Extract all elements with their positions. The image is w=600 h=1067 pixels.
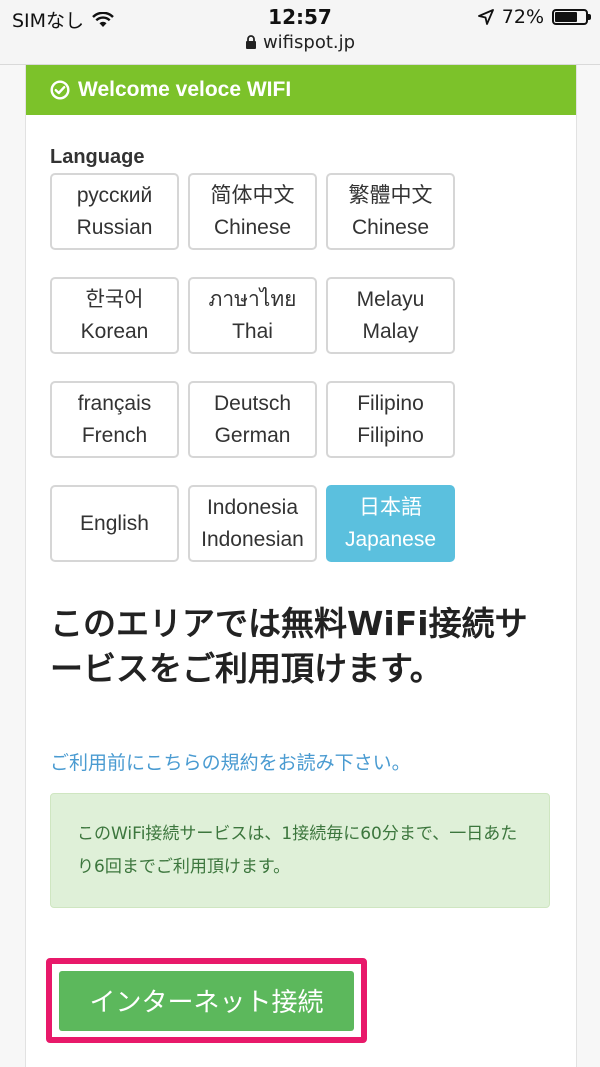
location-arrow-icon xyxy=(477,9,494,25)
language-option-russian[interactable]: русский Russian xyxy=(50,173,179,250)
language-option-japanese[interactable]: 日本語 Japanese xyxy=(326,485,455,562)
language-native-label: 한국어 xyxy=(85,287,144,311)
battery-icon xyxy=(552,9,591,25)
language-option-chinese[interactable]: 简体中文 Chinese xyxy=(188,173,317,250)
language-native-label: 简体中文 xyxy=(210,183,295,207)
language-native-label: русский xyxy=(76,183,153,207)
language-native-label: Indonesia xyxy=(206,495,299,519)
language-english-label: English xyxy=(80,511,149,535)
language-english-label: Japanese xyxy=(344,527,437,551)
language-english-label: Filipino xyxy=(357,423,424,447)
battery-level xyxy=(555,12,577,22)
language-english-label: French xyxy=(81,423,148,447)
language-english-label: Korean xyxy=(80,319,149,343)
language-english-label: Indonesian xyxy=(201,527,304,551)
language-option-filipino[interactable]: Filipino Filipino xyxy=(326,381,455,458)
language-option-english[interactable]: English xyxy=(50,485,179,562)
language-option-thai[interactable]: ภาษาไทย Thai xyxy=(188,277,317,354)
language-native-label: ภาษาไทย xyxy=(208,287,297,311)
status-bar: SIMなし 12:57 72% wifispot.jp xyxy=(0,0,600,65)
language-option-german[interactable]: Deutsch German xyxy=(188,381,317,458)
language-option-korean[interactable]: 한국어 Korean xyxy=(50,277,179,354)
language-option-malay[interactable]: Melayu Malay xyxy=(326,277,455,354)
terms-link[interactable]: ご利用前にこちらの規約をお読み下さい。 xyxy=(50,748,411,775)
banner-title: Welcome veloce WIFI xyxy=(78,78,292,101)
language-native-label: Filipino xyxy=(357,391,424,415)
service-headline: このエリアでは無料WiFi接続サービスをご利用頂けます。 xyxy=(50,604,528,688)
language-native-label: Melayu xyxy=(356,287,425,311)
language-option-indonesian[interactable]: Indonesia Indonesian xyxy=(188,485,317,562)
language-native-label: français xyxy=(77,391,152,415)
connect-highlight: インターネット接続 xyxy=(46,958,367,1043)
language-english-label: Thai xyxy=(232,319,273,343)
check-circle-icon xyxy=(50,80,70,100)
language-option-french[interactable]: français French xyxy=(50,381,179,458)
portal-panel: Welcome veloce WIFI Language русский Russ… xyxy=(25,65,577,1067)
address-bar[interactable]: wifispot.jp xyxy=(0,32,600,53)
connect-button[interactable]: インターネット接続 xyxy=(59,970,354,1031)
status-right: 72% xyxy=(477,6,591,28)
language-native-label: 繁體中文 xyxy=(348,183,433,207)
battery-percent: 72% xyxy=(501,6,544,28)
language-english-label: Chinese xyxy=(213,215,292,239)
language-label: Language xyxy=(50,146,145,168)
url-text: wifispot.jp xyxy=(262,32,356,53)
usage-notice: このWiFi接続サービスは、1接続毎に60分まで、一日あたり6回までご利用頂けま… xyxy=(50,793,550,908)
language-english-label: German xyxy=(214,423,291,447)
lock-icon xyxy=(245,35,256,49)
welcome-banner: Welcome veloce WIFI xyxy=(26,65,576,115)
language-option-chinese[interactable]: 繁體中文 Chinese xyxy=(326,173,455,250)
language-english-label: Malay xyxy=(362,319,419,343)
language-native-label: Deutsch xyxy=(213,391,292,415)
language-english-label: Chinese xyxy=(351,215,430,239)
language-english-label: Russian xyxy=(76,215,153,239)
language-native-label: 日本語 xyxy=(359,495,422,519)
